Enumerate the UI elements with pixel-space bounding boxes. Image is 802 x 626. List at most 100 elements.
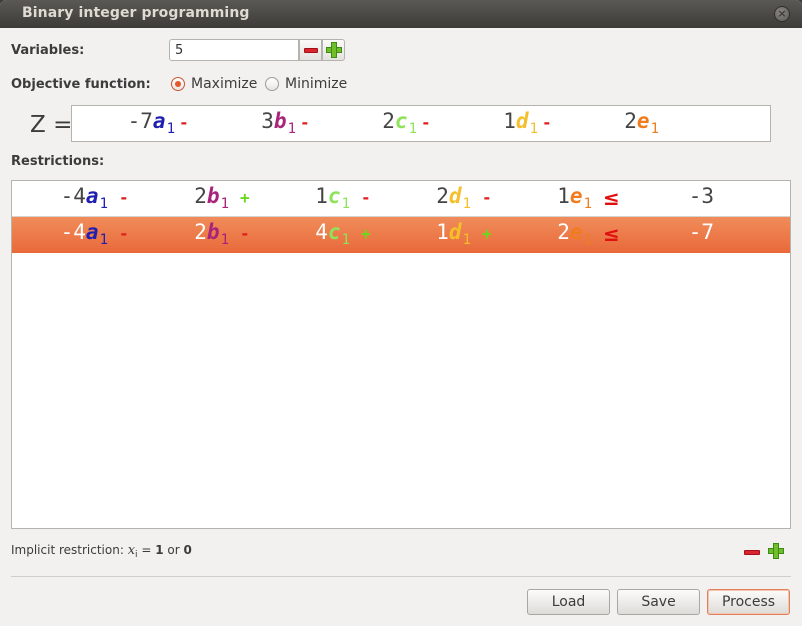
variables-spinner: 5 (169, 39, 345, 61)
term-variable: a (85, 220, 99, 244)
term-operator: - (542, 113, 552, 132)
save-button[interactable]: Save (617, 589, 700, 615)
close-button[interactable]: × (774, 6, 790, 22)
term-subscript: 1 (220, 196, 229, 212)
term-variable: a (85, 184, 99, 208)
term-operator: - (361, 188, 371, 207)
title-bar[interactable]: × Binary integer programming (0, 0, 802, 28)
term-subscript: 1 (529, 121, 538, 137)
term-coefficient: 2 (557, 220, 570, 244)
term-operator: - (300, 113, 310, 132)
term-subscript: 1 (166, 121, 175, 137)
term-subscript: 1 (220, 232, 229, 248)
term-c: 1c1 (315, 184, 350, 212)
objective-label: Objective function: (11, 77, 151, 92)
term-variable: a (152, 109, 166, 133)
term-subscript: 1 (462, 232, 471, 248)
restriction-rhs: -3 (688, 184, 714, 208)
implicit-eq: = (137, 543, 156, 557)
term-d: 2d1 (436, 184, 471, 212)
term-c: 4c1 (315, 220, 350, 248)
term-subscript: 1 (287, 121, 296, 137)
term-operator: + (361, 224, 371, 243)
relation-operator: ≤ (603, 222, 620, 246)
term-coefficient: 1 (436, 220, 449, 244)
window-title: Binary integer programming (22, 5, 250, 21)
term-e: 2e1 (557, 220, 592, 248)
restrictions-list[interactable]: -4a1-2b1 +1c1-2d1-1e1 ≤ -3 -4a1-2b1-4c1 +1d1 +… (11, 180, 791, 529)
maximize-label[interactable]: Maximize (191, 76, 257, 92)
term-operator: - (119, 188, 129, 207)
term-coefficient: 1 (315, 184, 328, 208)
term-coefficient: 2 (382, 109, 395, 133)
restrictions-label: Restrictions: (11, 154, 105, 169)
term-subscript: 1 (99, 196, 108, 212)
term-variable: b (206, 184, 220, 208)
term-b: 2b1 (194, 184, 229, 212)
implicit-var: x (127, 543, 136, 558)
load-button[interactable]: Load (527, 589, 610, 615)
term-operator: - (119, 224, 129, 243)
term-variable: d (515, 109, 529, 133)
implicit-or: or (163, 543, 184, 557)
implicit-prefix: Implicit restriction: (11, 543, 128, 557)
minus-icon (304, 48, 318, 53)
term-variable: b (273, 109, 287, 133)
term-coefficient: -7 (127, 109, 153, 133)
term-e: 1e1 (557, 184, 592, 212)
restriction-row[interactable]: -4a1-2b1-4c1 +1d1 +2e1 ≤ -7 (12, 217, 790, 253)
add-restriction-button[interactable] (767, 541, 787, 561)
separator (11, 576, 791, 577)
variables-decrement-button[interactable] (299, 39, 322, 61)
term-variable: d (448, 184, 462, 208)
term-variable: e (569, 220, 583, 244)
term-subscript: 1 (583, 196, 592, 212)
term-b: 2b1 (194, 220, 229, 248)
term-variable: c (394, 109, 408, 133)
term-coefficient: 2 (436, 184, 449, 208)
term-d: 1d1 (503, 109, 538, 137)
implicit-sub: i (135, 550, 138, 560)
implicit-one: 1 (155, 543, 164, 557)
term-variable: c (327, 220, 341, 244)
maximize-radio[interactable] (171, 77, 185, 91)
dialog-window: × Binary integer programming Variables: … (0, 0, 802, 626)
term-operator: - (482, 188, 492, 207)
term-a: -4a1 (61, 184, 108, 212)
term-coefficient: 4 (315, 220, 328, 244)
variables-increment-button[interactable] (322, 39, 345, 61)
variables-label: Variables: (11, 43, 85, 58)
term-coefficient: -4 (60, 220, 86, 244)
term-coefficient: 1 (557, 184, 570, 208)
term-subscript: 1 (341, 196, 350, 212)
term-d: 1d1 (436, 220, 471, 248)
process-button[interactable]: Process (707, 589, 790, 615)
implicit-restriction-text: Implicit restriction: xi = 1 or 0 (11, 543, 192, 560)
term-operator: + (240, 188, 250, 207)
term-subscript: 1 (341, 232, 350, 248)
minimize-radio[interactable] (265, 77, 279, 91)
term-subscript: 1 (99, 232, 108, 248)
implicit-zero: 0 (183, 543, 192, 557)
term-variable: e (569, 184, 583, 208)
term-subscript: 1 (408, 121, 417, 137)
term-coefficient: 2 (624, 109, 637, 133)
term-e: 2e1 (624, 109, 659, 137)
term-variable: e (636, 109, 650, 133)
close-icon: × (777, 7, 787, 20)
term-c: 2c1 (382, 109, 417, 137)
term-subscript: 1 (650, 121, 659, 137)
remove-restriction-button[interactable] (742, 543, 762, 563)
variables-input[interactable]: 5 (169, 39, 299, 61)
restriction-row[interactable]: -4a1-2b1 +1c1-2d1-1e1 ≤ -3 (12, 181, 790, 217)
term-subscript: 1 (583, 232, 592, 248)
term-operator: - (240, 224, 250, 243)
minimize-label[interactable]: Minimize (285, 76, 347, 92)
term-variable: c (327, 184, 341, 208)
term-coefficient: 3 (261, 109, 274, 133)
objective-function-box[interactable]: -7a1-3b1-2c1-1d1-2e1 (71, 105, 771, 142)
term-a: -7a1 (127, 109, 175, 137)
term-coefficient: 1 (503, 109, 516, 133)
term-coefficient: 2 (194, 184, 207, 208)
term-operator: - (179, 113, 189, 132)
